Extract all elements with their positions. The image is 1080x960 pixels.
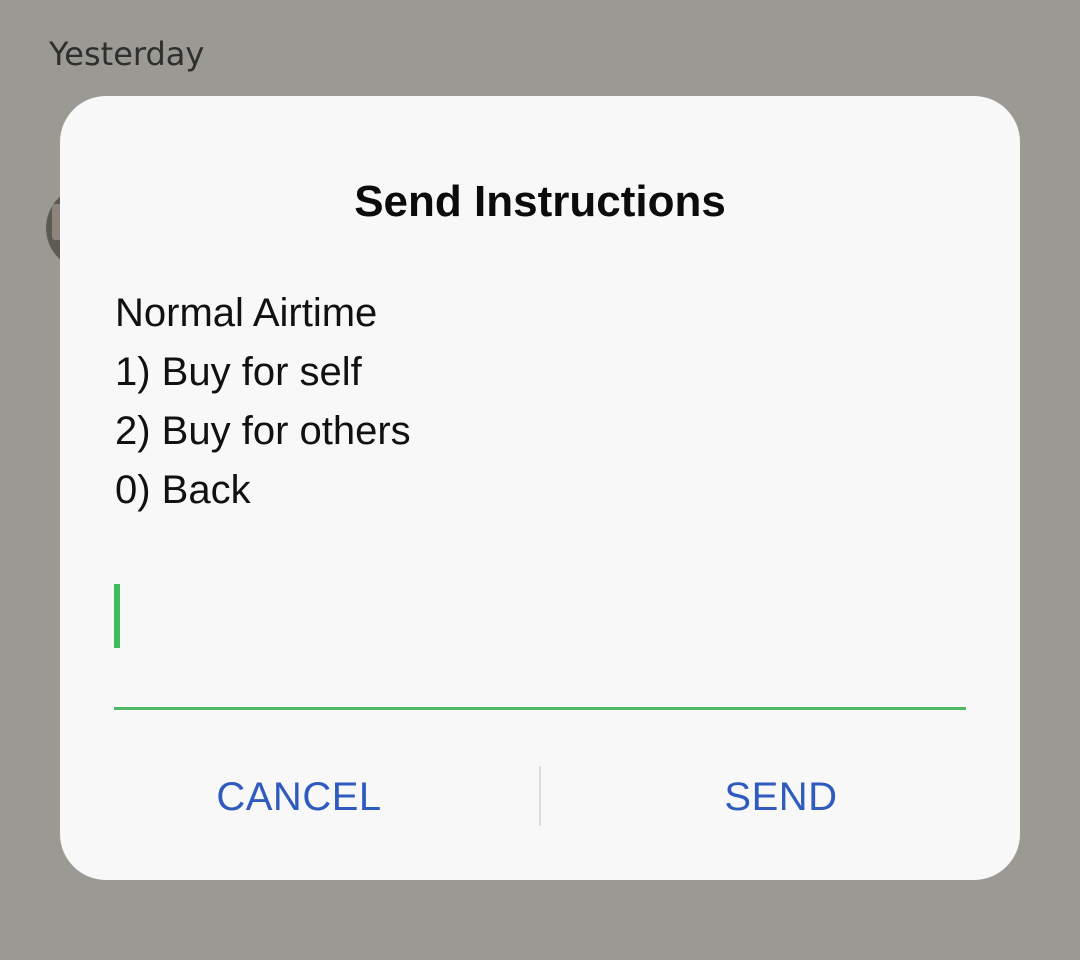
message-line: 1) Buy for self bbox=[115, 350, 362, 394]
message-line: Normal Airtime bbox=[115, 291, 378, 335]
send-button[interactable]: SEND bbox=[596, 760, 966, 834]
date-header: Yesterday bbox=[49, 35, 205, 73]
message-line: 0) Back bbox=[115, 468, 251, 512]
dialog-title: Send Instructions bbox=[354, 177, 726, 226]
message-line: 2) Buy for others bbox=[115, 409, 411, 453]
buttons-divider bbox=[539, 766, 541, 826]
cancel-button[interactable]: CANCEL bbox=[114, 760, 484, 834]
text-cursor bbox=[114, 584, 120, 648]
dialog-message: Normal Airtime 1) Buy for self 2) Buy fo… bbox=[115, 284, 411, 520]
reply-input[interactable] bbox=[114, 578, 966, 710]
